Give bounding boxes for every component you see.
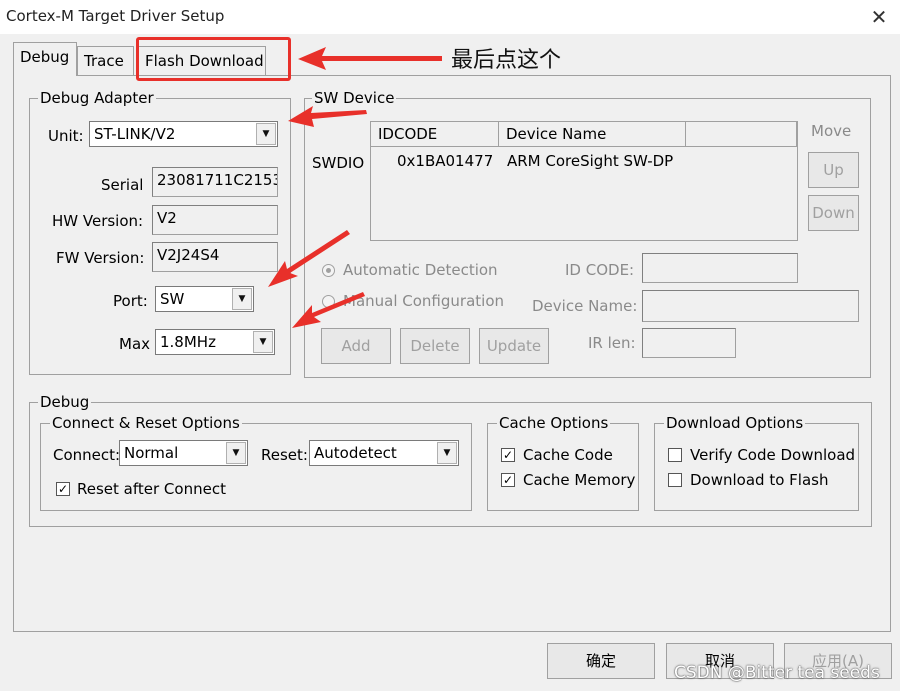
arrow-to-flash-download-tab	[298, 47, 442, 70]
arrow-to-unit-select	[288, 106, 367, 127]
watermark-text: CSDN @Bitter tea seeds	[674, 663, 880, 683]
tab-debug[interactable]: Debug	[13, 42, 77, 76]
arrow-to-max-clock-select	[292, 292, 365, 328]
annotation-arrows	[268, 47, 442, 328]
arrow-to-port-select	[268, 230, 350, 287]
